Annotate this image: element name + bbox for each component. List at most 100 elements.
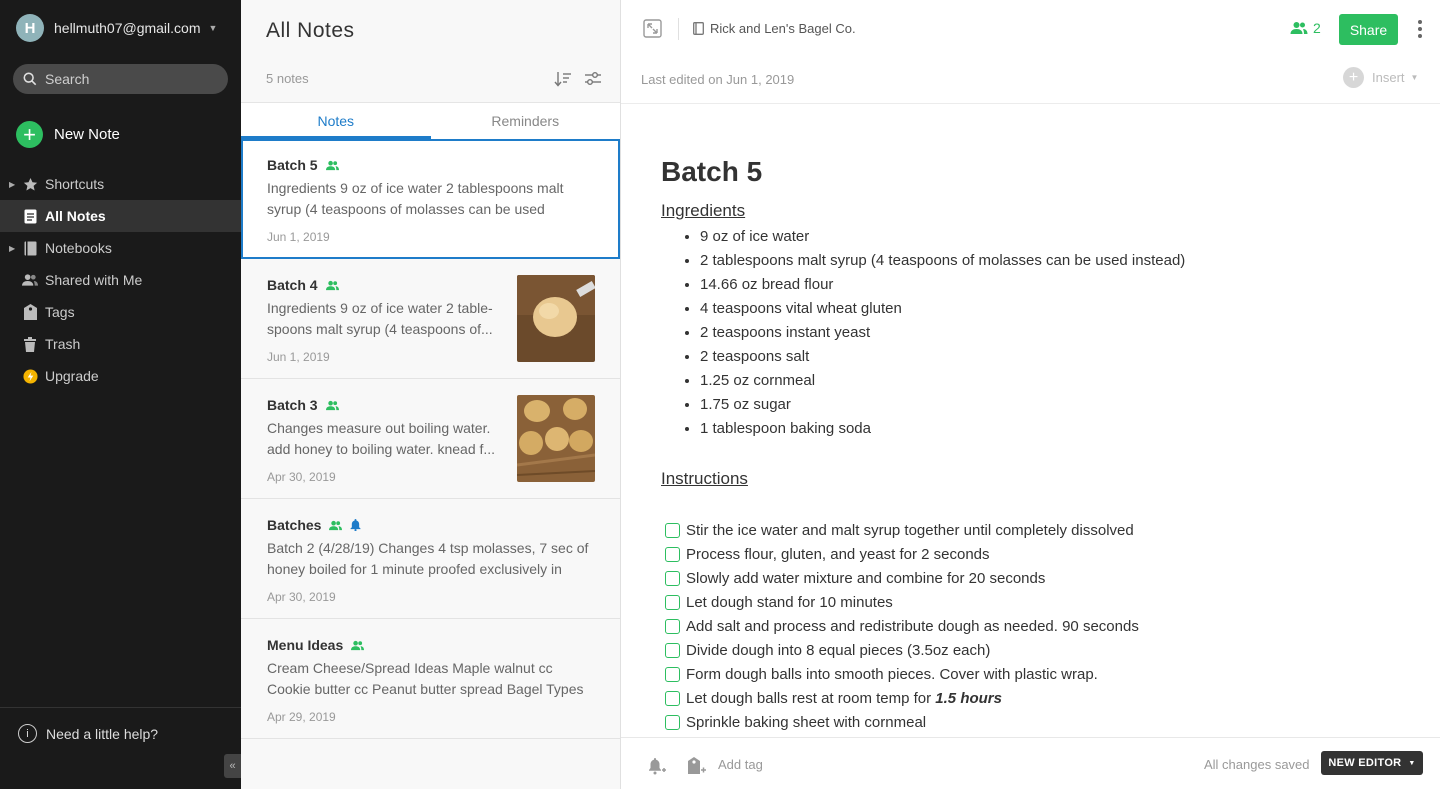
chevron-down-icon: ▼ <box>208 23 218 33</box>
sidebar: H hellmuth07@gmail.com ▼ + New Note ▶ Sh… <box>0 0 241 789</box>
sidebar-item-label: Tags <box>45 304 75 320</box>
note-card[interactable]: Batches Batch 2 (4/28/19) Changes 4 tsp … <box>241 499 620 619</box>
checklist-item: Form dough balls into smooth pieces. Cov… <box>661 662 1401 686</box>
help-link[interactable]: i Need a little help? <box>0 707 241 759</box>
checkbox[interactable] <box>665 690 680 706</box>
sort-icon[interactable] <box>554 70 572 88</box>
note-card-title: Batch 5 <box>267 157 318 173</box>
note-card[interactable]: Batch 4 Ingredients 9 oz of ice water 2 … <box>241 259 620 379</box>
shared-icon <box>325 160 339 170</box>
list-item: 1 tablespoon baking soda <box>700 417 1401 441</box>
checklist-text: Slowly add water mixture and combine for… <box>686 569 1046 587</box>
plus-icon: + <box>1343 67 1364 88</box>
people-icon <box>22 272 38 288</box>
sidebar-item-shared-with-me[interactable]: Shared with Me <box>0 264 241 296</box>
list-item: 4 teaspoons vital wheat gluten <box>700 297 1401 321</box>
note-card-title: Batch 4 <box>267 277 318 293</box>
account-switcher[interactable]: H hellmuth07@gmail.com ▼ <box>16 14 217 42</box>
sidebar-item-notebooks[interactable]: ▶ Notebooks <box>0 232 241 264</box>
shared-icon <box>325 400 339 410</box>
collapse-sidebar-button[interactable]: « <box>224 754 241 778</box>
expand-icon[interactable] <box>643 19 662 38</box>
note-list-panel: All Notes 5 notes Notes Reminders Batch … <box>241 0 621 789</box>
note-cards: Batch 5 Ingredients 9 oz of ice water 2 … <box>241 139 620 739</box>
add-reminder-icon[interactable] <box>647 756 667 776</box>
checkbox[interactable] <box>665 642 680 658</box>
checkbox[interactable] <box>665 570 680 586</box>
save-status: All changes saved <box>1204 757 1310 772</box>
checklist-item: Divide dough into 8 equal pieces (3.5oz … <box>661 638 1401 662</box>
divider <box>678 18 679 40</box>
new-editor-button[interactable]: NEW EDITOR ▼ <box>1321 751 1423 775</box>
search-box[interactable] <box>13 64 228 94</box>
shared-icon <box>325 280 339 290</box>
shared-icon <box>329 520 343 530</box>
checklist-item: Let dough stand for 10 minutes <box>661 590 1401 614</box>
sidebar-item-all-notes[interactable]: All Notes <box>0 200 241 232</box>
note-editor: Rick and Len's Bagel Co. 2 Share Last ed… <box>621 0 1440 789</box>
ingredients-heading: Ingredients <box>661 201 746 220</box>
search-input[interactable] <box>45 71 215 87</box>
note-card-snippet: Changes measure out boiling water. add h… <box>267 420 496 457</box>
sidebar-item-upgrade[interactable]: Upgrade <box>0 360 241 392</box>
note-card[interactable]: Batch 3 Changes measure out boiling wate… <box>241 379 620 499</box>
list-item: 1.25 oz cornmeal <box>700 369 1401 393</box>
sidebar-item-label: Shared with Me <box>45 272 143 288</box>
note-card-snippet: Batch 2 (4/28/19) Changes 4 tsp molasses… <box>267 540 589 577</box>
note-body[interactable]: Batch 5 Ingredients 9 oz of ice water 2 … <box>661 156 1401 734</box>
expand-arrow-icon[interactable]: ▶ <box>9 180 15 189</box>
checklist-emphasis: 1.5 hours <box>935 689 1002 707</box>
sidebar-item-trash[interactable]: Trash <box>0 328 241 360</box>
note-list-tabs: Notes Reminders <box>241 102 620 139</box>
tab-reminders[interactable]: Reminders <box>431 103 621 139</box>
list-item: 2 teaspoons salt <box>700 345 1401 369</box>
note-card-title: Menu Ideas <box>267 637 344 653</box>
checkbox[interactable] <box>665 594 680 610</box>
checklist-text: Let dough stand for 10 minutes <box>686 593 893 611</box>
list-item: 2 tablespoons malt syrup (4 teaspoons of… <box>700 249 1401 273</box>
checkbox[interactable] <box>665 618 680 634</box>
checkbox[interactable] <box>665 714 680 730</box>
filter-icon[interactable] <box>584 70 602 88</box>
more-options-icon[interactable] <box>1417 19 1423 39</box>
share-button[interactable]: Share <box>1339 14 1398 45</box>
note-card[interactable]: Menu Ideas Cream Cheese/Spread Ideas Map… <box>241 619 620 739</box>
checklist-item: Let dough balls rest at room temp for 1.… <box>661 686 1401 710</box>
notebook-selector[interactable]: Rick and Len's Bagel Co. <box>693 21 856 36</box>
list-item: 1.75 oz sugar <box>700 393 1401 417</box>
list-item: 9 oz of ice water <box>700 225 1401 249</box>
shared-icon <box>351 640 365 650</box>
note-card-date: Jun 1, 2019 <box>267 230 330 244</box>
sidebar-item-label: All Notes <box>45 208 106 224</box>
note-count: 5 notes <box>266 71 309 86</box>
expand-arrow-icon[interactable]: ▶ <box>9 244 15 253</box>
new-note-button[interactable]: + New Note <box>16 121 120 148</box>
notebook-name: Rick and Len's Bagel Co. <box>710 21 856 36</box>
sidebar-item-tags[interactable]: Tags <box>0 296 241 328</box>
checkbox[interactable] <box>665 546 680 562</box>
account-email: hellmuth07@gmail.com <box>54 20 201 36</box>
add-tag-input[interactable]: Add tag <box>718 757 763 772</box>
checkbox[interactable] <box>665 522 680 538</box>
note-list-title: All Notes <box>266 19 355 42</box>
sidebar-item-shortcuts[interactable]: ▶ Shortcuts <box>0 168 241 200</box>
new-editor-label: NEW EDITOR <box>1328 757 1402 769</box>
new-note-label: New Note <box>54 126 120 143</box>
add-tag-icon[interactable] <box>687 756 707 776</box>
checklist-item: Stir the ice water and malt syrup togeth… <box>661 518 1401 542</box>
note-title[interactable]: Batch 5 <box>661 156 1401 192</box>
tab-notes[interactable]: Notes <box>241 103 431 139</box>
checkbox[interactable] <box>665 666 680 682</box>
note-card-snippet: Cream Cheese/Spread Ideas Maple walnut c… <box>267 660 584 697</box>
info-icon: i <box>18 724 37 743</box>
note-card-date: Apr 29, 2019 <box>267 710 336 724</box>
insert-button[interactable]: + Insert ▼ <box>1343 67 1418 88</box>
shared-users-button[interactable]: 2 <box>1290 20 1321 36</box>
list-item: 14.66 oz bread flour <box>700 273 1401 297</box>
checklist-text: Divide dough into 8 equal pieces (3.5oz … <box>686 641 991 659</box>
note-list-tools <box>554 70 602 88</box>
note-card[interactable]: Batch 5 Ingredients 9 oz of ice water 2 … <box>241 139 620 259</box>
reminder-bell-icon <box>350 519 362 531</box>
notebook-icon <box>22 240 38 256</box>
checklist-text: Sprinkle baking sheet with cornmeal <box>686 713 927 731</box>
